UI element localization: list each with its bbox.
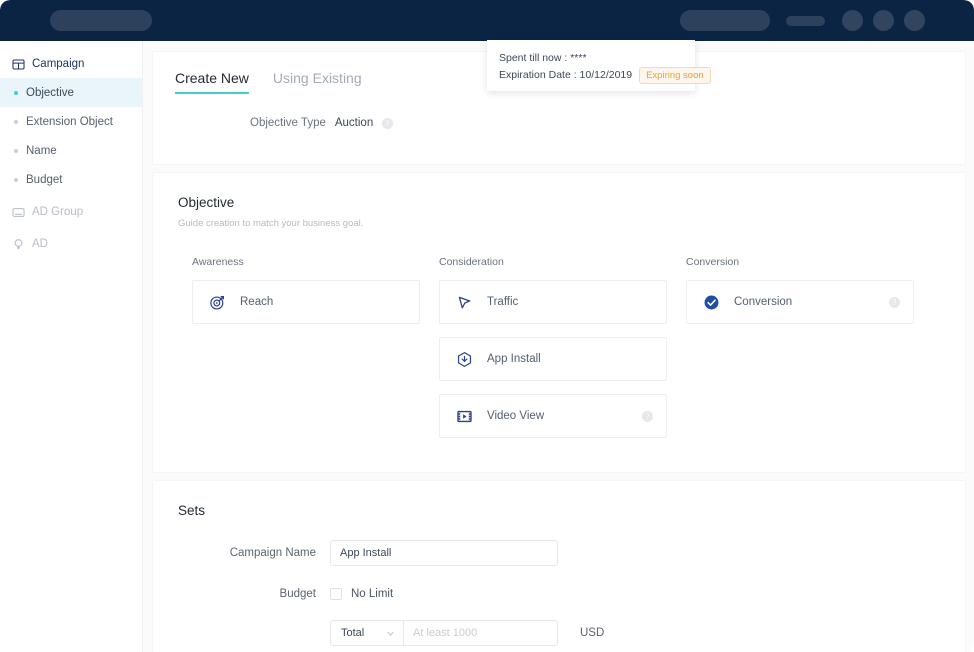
header-pill-small[interactable] — [786, 16, 825, 26]
help-icon[interactable]: ? — [889, 296, 900, 308]
objective-title: Objective — [178, 195, 235, 210]
no-limit-checkbox[interactable] — [330, 588, 342, 600]
cursor-icon — [458, 296, 471, 308]
column-heading: Consideration — [439, 256, 504, 268]
objective-column-consideration: Consideration Traffic App Install Video … — [439, 256, 667, 451]
header-pill-large[interactable] — [680, 10, 770, 31]
budget-checkbox-row: Budget No Limit — [178, 588, 940, 600]
app-install-icon — [457, 351, 472, 367]
expiration-date-text: Expiration Date : 10/12/2019 — [499, 69, 633, 81]
sidebar-item-extension-object[interactable]: Extension Object — [0, 107, 142, 136]
sidebar-group-label: AD — [32, 238, 48, 250]
header-avatar-2[interactable] — [873, 10, 894, 31]
budget-amount-input[interactable] — [403, 620, 558, 646]
sidebar-item-label: Budget — [26, 173, 63, 186]
tab-create-new[interactable]: Create New — [175, 70, 249, 94]
sidebar-item-label: Extension Object — [26, 115, 113, 128]
budget-label: Budget — [279, 588, 316, 600]
objective-option-conversion[interactable]: Conversion ? — [686, 280, 914, 324]
sidebar-group-label: Campaign — [32, 58, 85, 70]
header-avatar-3[interactable] — [904, 10, 925, 31]
ad-icon — [14, 238, 23, 249]
spent-till-now-text: Spent till now : **** — [499, 52, 587, 64]
objective-option-app-install[interactable]: App Install — [439, 337, 667, 381]
sidebar-group-ad-group[interactable]: AD Group — [0, 198, 142, 226]
currency-label: USD — [580, 627, 605, 639]
objective-type-row: Objective Type Auction ? — [175, 117, 965, 129]
column-heading: Conversion — [686, 256, 740, 268]
sets-title: Sets — [178, 503, 206, 518]
sidebar-group-campaign[interactable]: Campaign — [0, 50, 142, 78]
sidebar-item-label: Name — [26, 144, 57, 157]
objective-option-label: App Install — [487, 353, 541, 365]
bullet-dot-icon — [14, 177, 18, 182]
objective-columns: Awareness Reach Consideration Traffic Ap… — [178, 256, 940, 451]
objective-type-label: Objective Type — [250, 117, 326, 129]
sidebar-item-objective[interactable]: Objective — [0, 78, 142, 107]
campaign-name-row: Campaign Name — [178, 540, 940, 566]
objective-option-reach[interactable]: Reach — [192, 280, 420, 324]
campaign-name-input[interactable] — [330, 540, 558, 566]
help-icon[interactable]: ? — [382, 117, 394, 129]
target-icon — [210, 295, 225, 310]
objective-column-conversion: Conversion Conversion ? — [686, 256, 914, 451]
campaign-name-label: Campaign Name — [229, 547, 316, 559]
objective-column-awareness: Awareness Reach — [192, 256, 420, 451]
sidebar-item-name[interactable]: Name — [0, 136, 142, 165]
account-info-popup: Spent till now : **** Expiration Date : … — [487, 40, 711, 91]
app-window: Spent till now : **** Expiration Date : … — [0, 0, 974, 652]
objective-option-traffic[interactable]: Traffic — [439, 280, 667, 324]
ad-group-icon — [12, 207, 25, 217]
video-icon — [457, 410, 472, 422]
budget-amount-row: Total USD — [178, 620, 940, 646]
objective-option-label: Video View — [487, 410, 545, 422]
bullet-dot-icon — [14, 148, 18, 153]
objective-option-label: Conversion — [734, 296, 793, 308]
bullet-dot-icon — [14, 119, 18, 124]
objective-card: Objective Guide creation to match your b… — [153, 173, 965, 472]
bullet-dot-icon — [14, 90, 18, 95]
header-avatar-1[interactable] — [842, 10, 863, 31]
sidebar-item-label: Objective — [26, 86, 74, 99]
column-heading: Awareness — [192, 256, 244, 268]
objective-type-value: Auction — [334, 117, 374, 129]
expiring-soon-badge: Expiring soon — [639, 67, 711, 84]
objective-option-label: Traffic — [487, 296, 519, 308]
expiration-row: Expiration Date : 10/12/2019 Expiring so… — [499, 67, 711, 84]
tab-using-existing[interactable]: Using Existing — [273, 70, 362, 94]
top-header-bar — [0, 0, 974, 41]
campaign-icon — [12, 59, 25, 69]
sidebar-item-budget[interactable]: Budget — [0, 165, 142, 194]
chevron-down-icon — [387, 631, 394, 635]
objective-option-video-view[interactable]: Video View ? — [439, 394, 667, 438]
sets-card: Sets Campaign Name Budget No Limit Total — [153, 481, 965, 652]
no-limit-checkbox-wrap[interactable]: No Limit — [330, 588, 393, 600]
objective-option-label: Reach — [240, 296, 274, 308]
sidebar-group-ad[interactable]: AD — [0, 230, 142, 258]
check-circle-icon — [704, 295, 719, 309]
logo-placeholder[interactable] — [50, 10, 152, 31]
sidebar-nav: Campaign Objective Extension Object Name… — [0, 41, 143, 652]
objective-subtitle: Guide creation to match your business go… — [178, 218, 364, 229]
main-content: Create New Using Existing Objective Type… — [143, 41, 974, 652]
budget-type-select[interactable]: Total — [330, 620, 403, 646]
help-icon[interactable]: ? — [642, 410, 653, 422]
budget-type-value: Total — [341, 627, 365, 639]
sidebar-group-label: AD Group — [32, 206, 84, 218]
no-limit-label: No Limit — [351, 588, 394, 600]
